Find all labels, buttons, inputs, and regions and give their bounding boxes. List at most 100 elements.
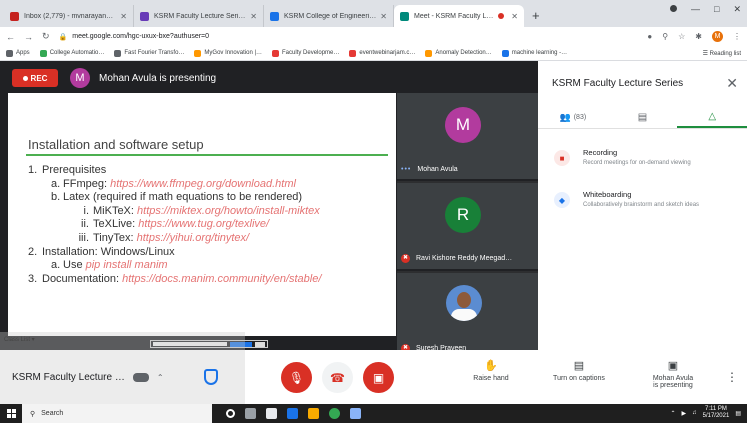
bookmark-item[interactable]: Anomaly Detection… (425, 49, 492, 57)
slide-item-text: TinyTex: (93, 231, 137, 244)
new-tab-button[interactable]: + (532, 8, 540, 23)
slide-item-number: i. (83, 204, 90, 217)
overlay-ghost-window (0, 332, 245, 404)
slide-item-number: a. (51, 177, 61, 190)
bookmark-item[interactable]: Apps (6, 49, 30, 57)
bookmark-item[interactable]: Faculty Developme… (272, 49, 339, 57)
slide-item-link[interactable]: https://docs.manim.community/en/stable/ (122, 273, 321, 285)
close-tab-icon[interactable]: ✕ (120, 12, 127, 21)
reading-list[interactable]: ☰ Reading list (703, 50, 741, 57)
slide-list-item: a. FFmpeg: https://www.ffmpeg.org/downloa… (28, 178, 321, 192)
close-tab-icon[interactable]: ✕ (380, 12, 387, 21)
activity-title: Whiteboarding (583, 190, 632, 199)
slide-body: 1. Prerequisites a. FFmpeg: https://www.ffm… (28, 164, 321, 286)
bookmark-favicon-icon (39, 49, 47, 57)
network-icon[interactable]: ▶ (682, 410, 687, 417)
clock[interactable]: 7:11 PM 5/17/2021 (703, 406, 730, 420)
camera-icon[interactable]: ● (647, 32, 652, 41)
participant-name: Mohan Avula (417, 166, 458, 173)
present-button[interactable]: ▣ Mohan Avula is presenting (633, 359, 713, 389)
mic-muted-icon: ✖ (401, 254, 410, 263)
tab-activities[interactable]: △ (677, 107, 747, 128)
raise-hand-button[interactable]: ✋ Raise hand (451, 359, 531, 382)
activity-item[interactable]: ◆ Whiteboarding Collaboratively brainstorm… (554, 190, 699, 208)
search-placeholder: Search (41, 410, 64, 417)
bookmark-item[interactable]: Fast Fourier Transfo… (114, 49, 185, 57)
clock-time: 7:11 PM (705, 406, 727, 412)
mic-off-button[interactable]: 🎙 (281, 362, 312, 393)
browser-tab[interactable]: Meet - KSRM Faculty Lectur… ✕ (394, 5, 524, 27)
file-explorer-icon[interactable] (308, 408, 319, 419)
slide-item-text: Latex (required if math equations to be … (63, 191, 303, 204)
slide-item-text: Use (63, 259, 86, 272)
app-icon[interactable] (350, 408, 361, 419)
taskbar-search[interactable]: ⚲ Search (22, 404, 212, 423)
tab-favicon-icon (270, 11, 279, 21)
task-view-icon[interactable] (245, 408, 256, 419)
profile-avatar[interactable]: M (712, 31, 723, 42)
participant-tile[interactable]: ✖ Suresh Praveen (397, 273, 538, 361)
profile-dot-icon[interactable] (670, 5, 678, 12)
slide-item-link[interactable]: pip install manim (86, 259, 168, 271)
slide-item-link[interactable]: https://yihui.org/tinytex/ (137, 232, 250, 244)
extensions-icon[interactable]: ✱ (695, 32, 702, 41)
browser-tab[interactable]: KSRM Faculty Lecture Series on… ✕ (134, 5, 264, 27)
close-panel-icon[interactable]: ✕ (726, 75, 738, 92)
browser-tab[interactable]: Inbox (2,779) - mvnarayana@ksr…✕ (4, 5, 134, 27)
tray-chevron-icon[interactable]: ⌃ (670, 410, 675, 417)
minimize-icon[interactable]: — (691, 4, 700, 15)
close-tab-icon[interactable]: ✕ (250, 12, 257, 21)
chevron-up-icon[interactable]: ⌃ (157, 373, 164, 382)
bookmarks-bar: Apps College Automatio… Fast Fourier Trans… (0, 46, 747, 61)
back-icon[interactable]: ← (6, 32, 15, 42)
close-tab-icon[interactable]: ✕ (511, 12, 518, 21)
captions-button[interactable]: ▤ Turn on captions (539, 359, 619, 382)
star-icon[interactable]: ☆ (678, 32, 685, 41)
slide-item-link[interactable]: https://www.tug.org/texlive/ (138, 218, 269, 230)
store-icon[interactable] (266, 408, 277, 419)
lock-icon[interactable]: 🔒 (59, 33, 68, 41)
leave-call-button[interactable]: ☎ (322, 362, 353, 393)
slide-item-number: b. (51, 191, 61, 204)
participant-tile[interactable]: R ✖ Ravi Kishore Reddy Meegad… (397, 183, 538, 271)
tab-favicon-icon (10, 11, 19, 21)
participant-tile[interactable]: M ••• Mohan Avula (397, 93, 538, 181)
bookmark-item[interactable]: machine learning -… (501, 49, 567, 57)
zoom-icon[interactable]: ⚲ (662, 32, 668, 41)
slide-item-text: MiKTeX: (93, 204, 138, 217)
taskbar-apps (226, 408, 361, 419)
bookmark-item[interactable]: MyGov Innovation |… (194, 49, 263, 57)
tab-chat[interactable]: ▤ (608, 107, 678, 128)
photo-shirt (451, 309, 477, 321)
close-window-icon[interactable]: ✕ (733, 4, 741, 15)
chat-icon: ▤ (637, 112, 648, 123)
shield-icon[interactable] (204, 369, 218, 385)
bookmark-item[interactable]: eventwebinarjam.c… (349, 49, 415, 57)
meeting-details[interactable]: KSRM Faculty Lecture … ⌃ (12, 372, 164, 383)
browser-tab[interactable]: KSRM College of Engineering - C…✕ (264, 5, 394, 27)
camera-off-button[interactable]: ▣ (363, 362, 394, 393)
cortana-icon[interactable] (226, 409, 235, 418)
maximize-icon[interactable]: □ (714, 4, 719, 15)
bookmark-label: Apps (16, 50, 30, 56)
bookmark-label: Fast Fourier Transfo… (124, 50, 185, 56)
forward-icon[interactable]: → (24, 32, 33, 42)
more-options-icon[interactable]: ⋮ (726, 370, 738, 384)
slide-title: Installation and software setup (28, 137, 204, 152)
bookmark-item[interactable]: College Automatio… (39, 49, 104, 57)
activity-item[interactable]: ■ Recording Record meetings for on-demand … (554, 148, 691, 166)
notifications-icon[interactable]: ▤ (735, 410, 741, 417)
activity-title: Recording (583, 148, 618, 157)
start-button[interactable] (0, 404, 22, 423)
browser-tools: ● ⚲ ☆ ✱ M ⋮ (647, 31, 741, 42)
reload-icon[interactable]: ↻ (42, 31, 50, 42)
volume-icon[interactable]: ♫ (692, 410, 697, 416)
menu-icon[interactable]: ⋮ (733, 32, 741, 41)
bookmark-label: MyGov Innovation |… (204, 50, 263, 56)
url-field[interactable]: meet.google.com/hgc-uxux-bxe?authuser=0 (72, 33, 647, 40)
tab-people[interactable]: 👥 (83) (538, 107, 608, 128)
mail-icon[interactable] (287, 408, 298, 419)
chrome-icon[interactable] (329, 408, 340, 419)
slide-item-link[interactable]: https://miktex.org/howto/install-miktex (137, 205, 320, 217)
slide-item-link[interactable]: https://www.ffmpeg.org/download.html (110, 178, 296, 190)
